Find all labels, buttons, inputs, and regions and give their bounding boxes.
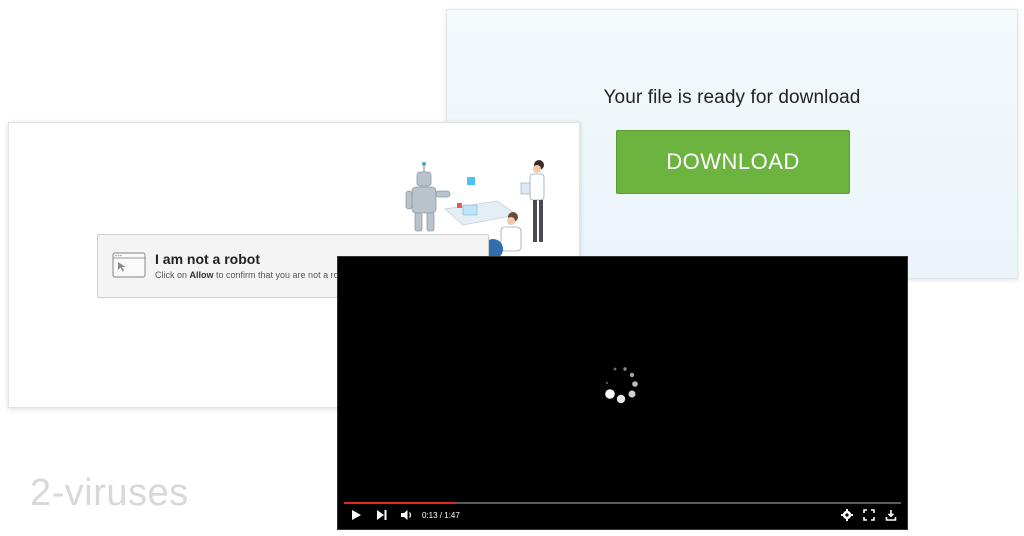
download-title: Your file is ready for download xyxy=(603,87,861,108)
captcha-title: I am not a robot xyxy=(155,251,260,267)
next-button[interactable] xyxy=(376,509,388,521)
progress-bar[interactable] xyxy=(344,502,901,504)
skip-next-icon xyxy=(377,510,387,520)
settings-button[interactable] xyxy=(841,509,853,521)
fullscreen-button[interactable] xyxy=(863,509,875,521)
player-controls: 0:13 / 1:47 xyxy=(338,505,907,525)
fullscreen-icon xyxy=(863,509,875,521)
captcha-text-prefix: Click on xyxy=(155,270,190,280)
loading-spinner-icon xyxy=(605,367,638,404)
allow-emphasis: Allow xyxy=(189,270,214,280)
progress-fill xyxy=(344,502,455,504)
download-icon xyxy=(885,510,897,521)
play-button[interactable] xyxy=(350,509,362,521)
captcha-text-suffix: to confirm that you are not a ro xyxy=(213,270,339,280)
volume-icon xyxy=(401,510,412,520)
play-icon xyxy=(352,510,361,520)
download-video-button[interactable] xyxy=(885,509,897,521)
watermark-logo: 2-viruses xyxy=(30,472,189,514)
right-controls xyxy=(841,509,897,521)
download-button[interactable]: DOWNLOAD xyxy=(616,130,850,194)
time-display: 0:13 / 1:47 xyxy=(422,510,460,520)
volume-button[interactable] xyxy=(400,509,414,521)
captcha-instruction: Click on Allow to confirm that you are n… xyxy=(155,270,339,280)
video-player[interactable]: 0:13 / 1:47 xyxy=(337,256,908,530)
settings-icon xyxy=(841,509,853,521)
browser-window-icon xyxy=(112,252,146,278)
